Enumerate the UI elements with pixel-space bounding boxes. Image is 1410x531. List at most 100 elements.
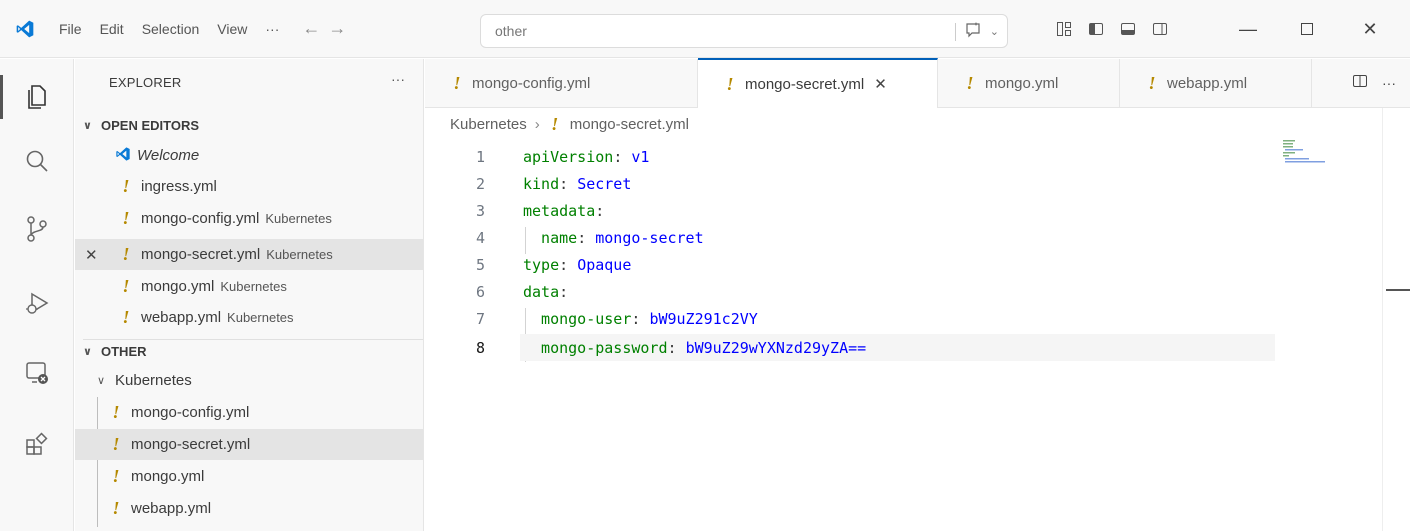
- open-editor-name: mongo-config.yml: [141, 210, 260, 227]
- chevron-down-icon[interactable]: ⌄: [990, 25, 999, 38]
- editor-tabs: ! mongo-config.yml ! mongo-secret.yml ✕ …: [425, 58, 1410, 108]
- code-text: apiVersion: v1: [523, 147, 650, 166]
- tab-label: webapp.yml: [1167, 75, 1248, 92]
- menu-view[interactable]: View: [208, 13, 256, 45]
- vscode-logo-icon: [115, 146, 130, 166]
- remote-explorer-icon[interactable]: [0, 343, 74, 403]
- open-editor-item-mongo-secret[interactable]: ✕ ! mongo-secret.yml Kubernetes: [75, 239, 423, 270]
- close-tab-icon[interactable]: ✕: [874, 75, 887, 93]
- open-editor-folder: Kubernetes: [266, 247, 333, 262]
- open-editor-item-webapp[interactable]: ! webapp.yml Kubernetes: [75, 302, 423, 333]
- tab-mongo-config[interactable]: ! mongo-config.yml: [425, 59, 698, 108]
- line-number: 1: [475, 147, 485, 166]
- yaml-key: metadata: [523, 201, 596, 220]
- menu-edit[interactable]: Edit: [91, 13, 133, 45]
- line-number: 4: [475, 228, 485, 247]
- vertical-scrollbar[interactable]: [1382, 108, 1410, 531]
- yaml-file-icon: !: [122, 276, 130, 296]
- tree-file-mongo-secret[interactable]: ! mongo-secret.yml: [75, 429, 423, 460]
- open-editor-item-mongo-config[interactable]: ! mongo-config.yml Kubernetes: [75, 203, 423, 234]
- breadcrumb-file[interactable]: mongo-secret.yml: [570, 116, 689, 133]
- folder-name: Kubernetes: [115, 372, 192, 389]
- tab-mongo-secret[interactable]: ! mongo-secret.yml ✕: [698, 58, 938, 108]
- explorer-files-icon[interactable]: [0, 67, 74, 127]
- yaml-key: apiVersion: [523, 147, 614, 166]
- command-center-search[interactable]: other ⌄: [480, 14, 1008, 48]
- yaml-file-icon: !: [112, 434, 120, 454]
- yaml-file-icon: !: [122, 244, 130, 264]
- yaml-value: mongo-secret: [595, 228, 704, 247]
- yaml-value: Opaque: [577, 255, 632, 274]
- copilot-chat-icon[interactable]: [964, 21, 982, 42]
- code-line: 7 mongo-user: bW9uZ291c2VY: [425, 305, 1275, 332]
- code-text: type: Opaque: [523, 255, 632, 274]
- run-debug-icon[interactable]: [0, 273, 74, 333]
- extensions-icon[interactable]: [0, 415, 74, 475]
- code-text: mongo-user: bW9uZ291c2VY: [523, 309, 758, 328]
- code-text: name: mongo-secret: [523, 228, 704, 247]
- code-text: metadata:: [523, 201, 605, 220]
- open-editor-folder: Kubernetes: [227, 310, 294, 325]
- open-editor-folder: Kubernetes: [220, 279, 287, 294]
- maximize-icon[interactable]: [1277, 0, 1337, 58]
- open-editors-label: OPEN EDITORS: [101, 117, 200, 133]
- open-editor-item-mongo[interactable]: ! mongo.yml Kubernetes: [75, 271, 423, 302]
- open-editor-folder: Kubernetes: [265, 211, 332, 226]
- line-number: 6: [475, 282, 485, 301]
- minimize-icon[interactable]: —: [1218, 0, 1278, 58]
- minimap[interactable]: [1283, 138, 1343, 168]
- toggle-panel-icon[interactable]: [1114, 15, 1142, 43]
- yaml-key: mongo-password: [523, 338, 668, 357]
- line-number: 3: [475, 201, 485, 220]
- line-number: 5: [475, 255, 485, 274]
- customize-layout-icon[interactable]: [1050, 15, 1078, 43]
- breadcrumb: Kubernetes › ! mongo-secret.yml: [450, 111, 689, 137]
- yaml-value: bW9uZ29wYXNzd29yZA==: [685, 338, 867, 357]
- tree-file-mongo[interactable]: ! mongo.yml: [75, 461, 423, 492]
- folder-kubernetes[interactable]: ∨ Kubernetes: [75, 365, 423, 396]
- forward-arrow-icon[interactable]: →: [324, 18, 350, 39]
- menu-file[interactable]: File: [50, 13, 91, 45]
- toggle-secondary-sidebar-icon[interactable]: [1146, 15, 1174, 43]
- yaml-file-icon: !: [122, 176, 130, 196]
- split-editor-icon[interactable]: [1352, 73, 1368, 92]
- line-number: 8: [475, 338, 485, 357]
- open-editor-item-ingress[interactable]: ! ingress.yml: [75, 171, 423, 202]
- other-header[interactable]: ∨ OTHER: [83, 339, 423, 363]
- yaml-file-icon: !: [1148, 73, 1156, 93]
- toggle-primary-sidebar-icon[interactable]: [1082, 15, 1110, 43]
- close-editor-icon[interactable]: ✕: [85, 246, 98, 264]
- source-control-icon[interactable]: [0, 199, 74, 259]
- search-icon[interactable]: [0, 131, 74, 191]
- yaml-key: data: [523, 282, 560, 301]
- tab-webapp[interactable]: ! webapp.yml: [1120, 59, 1312, 108]
- yaml-file-icon: !: [112, 498, 120, 518]
- tree-file-name: mongo.yml: [131, 468, 205, 485]
- yaml-value: Secret: [577, 174, 632, 193]
- chevron-down-icon: ∨: [97, 375, 106, 387]
- breadcrumb-folder[interactable]: Kubernetes: [450, 116, 527, 133]
- code-text: mongo-password: bW9uZ29wYXNzd29yZA==: [523, 338, 867, 357]
- open-editor-name: mongo.yml: [141, 278, 215, 295]
- more-actions-icon[interactable]: ···: [1382, 75, 1396, 91]
- chevron-down-icon: ∨: [83, 346, 92, 358]
- explorer-more-actions[interactable]: ···: [391, 71, 405, 87]
- tree-file-name: mongo-secret.yml: [131, 436, 251, 453]
- menu-more[interactable]: ···: [256, 13, 288, 45]
- tab-mongo[interactable]: ! mongo.yml: [938, 59, 1120, 108]
- tree-file-mongo-config[interactable]: ! mongo-config.yml: [75, 397, 423, 428]
- yaml-key: mongo-user: [523, 309, 632, 328]
- open-editor-name: webapp.yml: [141, 309, 222, 326]
- tree-file-webapp[interactable]: ! webapp.yml: [75, 493, 423, 524]
- code-editor[interactable]: 1 apiVersion: v1 2 kind: Secret 3 metada…: [425, 138, 1410, 531]
- open-editors-header[interactable]: ∨ OPEN EDITORS: [83, 113, 423, 137]
- back-arrow-icon[interactable]: ←: [298, 18, 324, 39]
- code-line: 5 type: Opaque: [425, 251, 1275, 278]
- menu-selection[interactable]: Selection: [133, 13, 209, 45]
- yaml-value: v1: [631, 147, 650, 166]
- yaml-file-icon: !: [551, 113, 559, 134]
- yaml-file-icon: !: [112, 402, 120, 422]
- code-line: 4 name: mongo-secret: [425, 224, 1275, 251]
- open-editor-item-welcome[interactable]: Welcome: [75, 140, 423, 171]
- close-window-icon[interactable]: ✕: [1340, 0, 1400, 58]
